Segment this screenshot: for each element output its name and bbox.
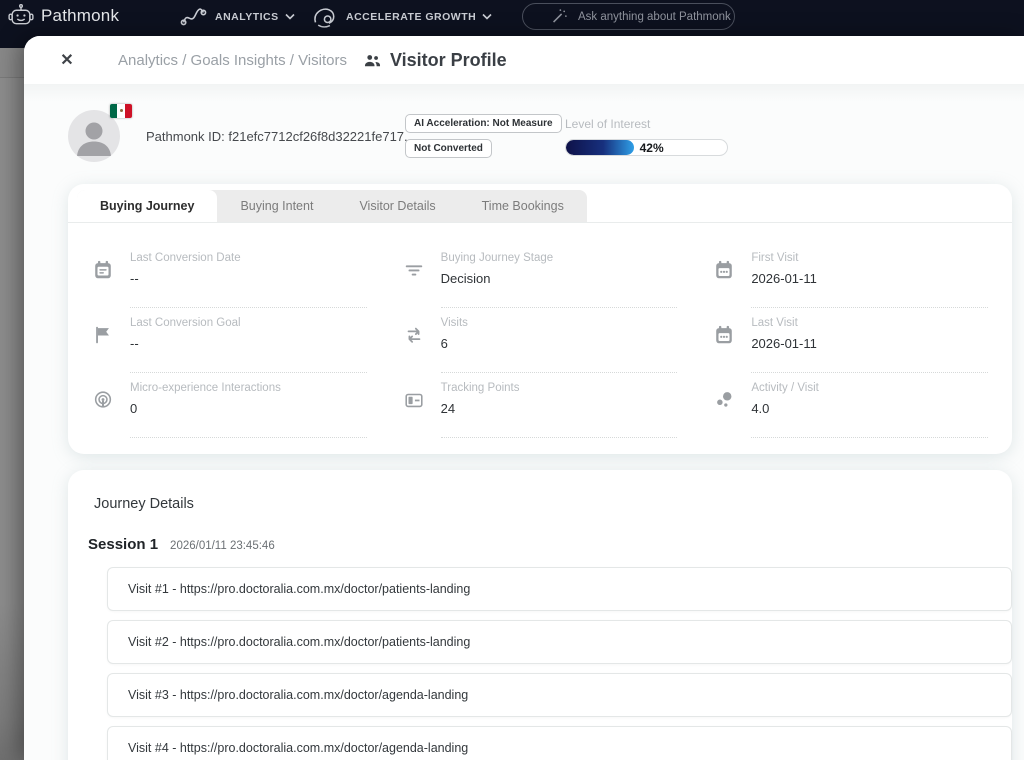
session-label: Session 1 [88,536,158,553]
stat-label: Last Visit [751,317,988,329]
stat-label: Last Conversion Date [130,252,367,264]
stat-last-conversion-date: Last Conversion Date -- [92,243,367,308]
tab-buying-journey[interactable]: Buying Journey [77,190,217,222]
stat-value: 6 [441,336,678,351]
stat-label: Activity / Visit [751,382,988,394]
stat-last-visit: Last Visit 2026-01-11 [713,308,988,373]
calendar-icon [713,243,751,308]
chevron-down-icon [285,13,295,20]
status-badges: AI Acceleration: Not Measure Not Convert… [405,114,562,158]
dots-cluster-icon [713,373,751,438]
interest-label: Level of Interest [565,117,728,131]
tab-visitor-details[interactable]: Visitor Details [336,190,458,222]
ask-anything-button[interactable]: Ask anything about Pathmonk [522,3,735,30]
nav-accelerate-label: ACCELERATE GROWTH [346,11,476,23]
pathmonk-id: Pathmonk ID: f21efc7712cf26f8d32221fe717… [146,129,415,144]
visit-row[interactable]: Visit #2 - https://pro.doctoralia.com.mx… [107,620,1012,664]
stat-value: 4.0 [751,401,988,416]
dimmed-page-background [0,48,24,760]
modal-header: ✕ Analytics / Goals Insights / Visitors … [24,36,1024,84]
session-header: Session 1 2026/01/11 23:45:46 [88,536,1012,553]
calendar-icon [713,308,751,373]
stat-value: Decision [441,271,678,286]
buying-journey-card: Buying Journey Buying Intent Visitor Det… [68,184,1012,454]
accelerate-growth-icon [311,5,338,29]
stat-value: 0 [130,401,367,416]
radar-icon [92,373,130,438]
stat-activity-per-visit: Activity / Visit 4.0 [713,373,988,438]
tabs: Buying Journey Buying Intent Visitor Det… [68,184,1012,223]
filter-icon [403,243,441,308]
journey-details-card: Journey Details Session 1 2026/01/11 23:… [68,470,1012,760]
interest-fill [566,140,634,155]
stat-label: Micro-experience Interactions [130,382,367,394]
stat-value: -- [130,271,367,286]
stat-buying-journey-stage: Buying Journey Stage Decision [403,243,678,308]
visit-row[interactable]: Visit #1 - https://pro.doctoralia.com.mx… [107,567,1012,611]
journey-details-title: Journey Details [94,496,1012,512]
nav-analytics-label: ANALYTICS [215,11,279,23]
stat-label: Last Conversion Goal [130,317,367,329]
ai-acceleration-badge: AI Acceleration: Not Measure [405,114,562,133]
robot-logo-icon [8,3,34,29]
stat-value: -- [130,336,367,351]
visitor-profile-modal: ✕ Analytics / Goals Insights / Visitors … [24,36,1024,760]
page-title: Visitor Profile [390,50,507,71]
stat-label: Visits [441,317,678,329]
session-timestamp: 2026/01/11 23:45:46 [170,540,275,552]
stat-value: 24 [441,401,678,416]
chevron-down-icon [482,13,492,20]
interest-progress-bar: 42% [565,139,728,156]
nav-menu-analytics[interactable]: ANALYTICS [180,3,295,30]
calendar-note-icon [92,243,130,308]
close-icon[interactable]: ✕ [58,50,76,70]
stat-value: 2026-01-11 [751,271,988,286]
level-of-interest: Level of Interest 42% [565,117,728,156]
stat-last-conversion-goal: Last Conversion Goal -- [92,308,367,373]
repeat-icon [403,308,441,373]
interest-value: 42% [640,141,664,155]
stat-visits: Visits 6 [403,308,678,373]
analytics-squiggle-icon [180,6,207,28]
mexico-flag-icon [110,104,132,118]
modal-content: Pathmonk ID: f21efc7712cf26f8d32221fe717… [24,84,1024,760]
breadcrumb[interactable]: Analytics / Goals Insights / Visitors [118,52,347,69]
stat-tracking-points: Tracking Points 24 [403,373,678,438]
pathmonk-brand[interactable]: Pathmonk [8,3,119,29]
stat-value: 2026-01-11 [751,336,988,351]
magic-wand-icon [551,8,568,25]
ask-anything-label: Ask anything about Pathmonk [578,11,731,23]
tracking-card-icon [403,373,441,438]
not-converted-badge: Not Converted [405,139,492,158]
tab-buying-intent[interactable]: Buying Intent [217,190,336,222]
stat-micro-experience-interactions: Micro-experience Interactions 0 [92,373,367,438]
stat-label: First Visit [751,252,988,264]
visit-row[interactable]: Visit #3 - https://pro.doctoralia.com.mx… [107,673,1012,717]
stats-grid: Last Conversion Date -- Buying Journey St… [68,223,1012,454]
stat-label: Tracking Points [441,382,678,394]
stat-first-visit: First Visit 2026-01-11 [713,243,988,308]
nav-menu-accelerate-growth[interactable]: ACCELERATE GROWTH [311,3,492,30]
stat-label: Buying Journey Stage [441,252,678,264]
profile-header: Pathmonk ID: f21efc7712cf26f8d32221fe717… [68,84,1012,182]
tab-time-bookings[interactable]: Time Bookings [459,190,587,222]
brand-name: Pathmonk [41,6,119,26]
group-people-icon [363,51,382,70]
flag-icon [92,308,130,373]
visit-row[interactable]: Visit #4 - https://pro.doctoralia.com.mx… [107,726,1012,760]
visit-list: Visit #1 - https://pro.doctoralia.com.mx… [107,567,1012,760]
